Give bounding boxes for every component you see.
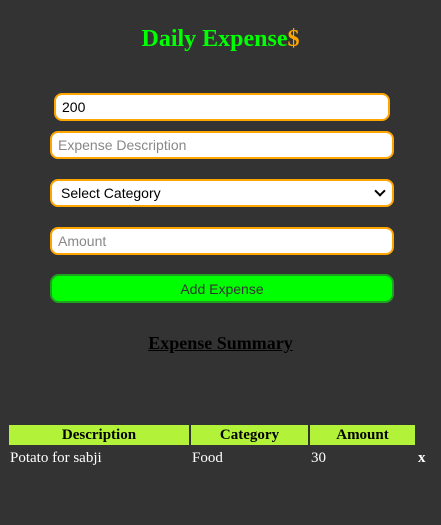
- category-select-value: Select Category: [61, 185, 161, 201]
- category-select[interactable]: Select Category: [50, 179, 394, 207]
- column-header-description: Description: [9, 425, 189, 445]
- add-expense-button[interactable]: Add Expense: [50, 274, 394, 303]
- cell-category: Food: [192, 450, 223, 466]
- delete-row-button[interactable]: x: [418, 448, 426, 468]
- expense-description-input[interactable]: [50, 131, 394, 159]
- column-header-amount: Amount: [310, 425, 415, 445]
- expense-summary-heading: Expense Summary: [148, 333, 293, 353]
- amount-input[interactable]: [50, 227, 394, 255]
- column-header-category: Category: [191, 425, 308, 445]
- chevron-down-icon: [374, 185, 386, 197]
- amount-top-input[interactable]: [54, 93, 390, 121]
- page-title-dollar: $: [287, 26, 300, 52]
- cell-description: Potato for sabji: [10, 450, 102, 466]
- page-title: Daily Expense$: [0, 24, 441, 54]
- page-title-main: Daily Expense: [141, 26, 288, 52]
- cell-amount: 30: [311, 450, 326, 466]
